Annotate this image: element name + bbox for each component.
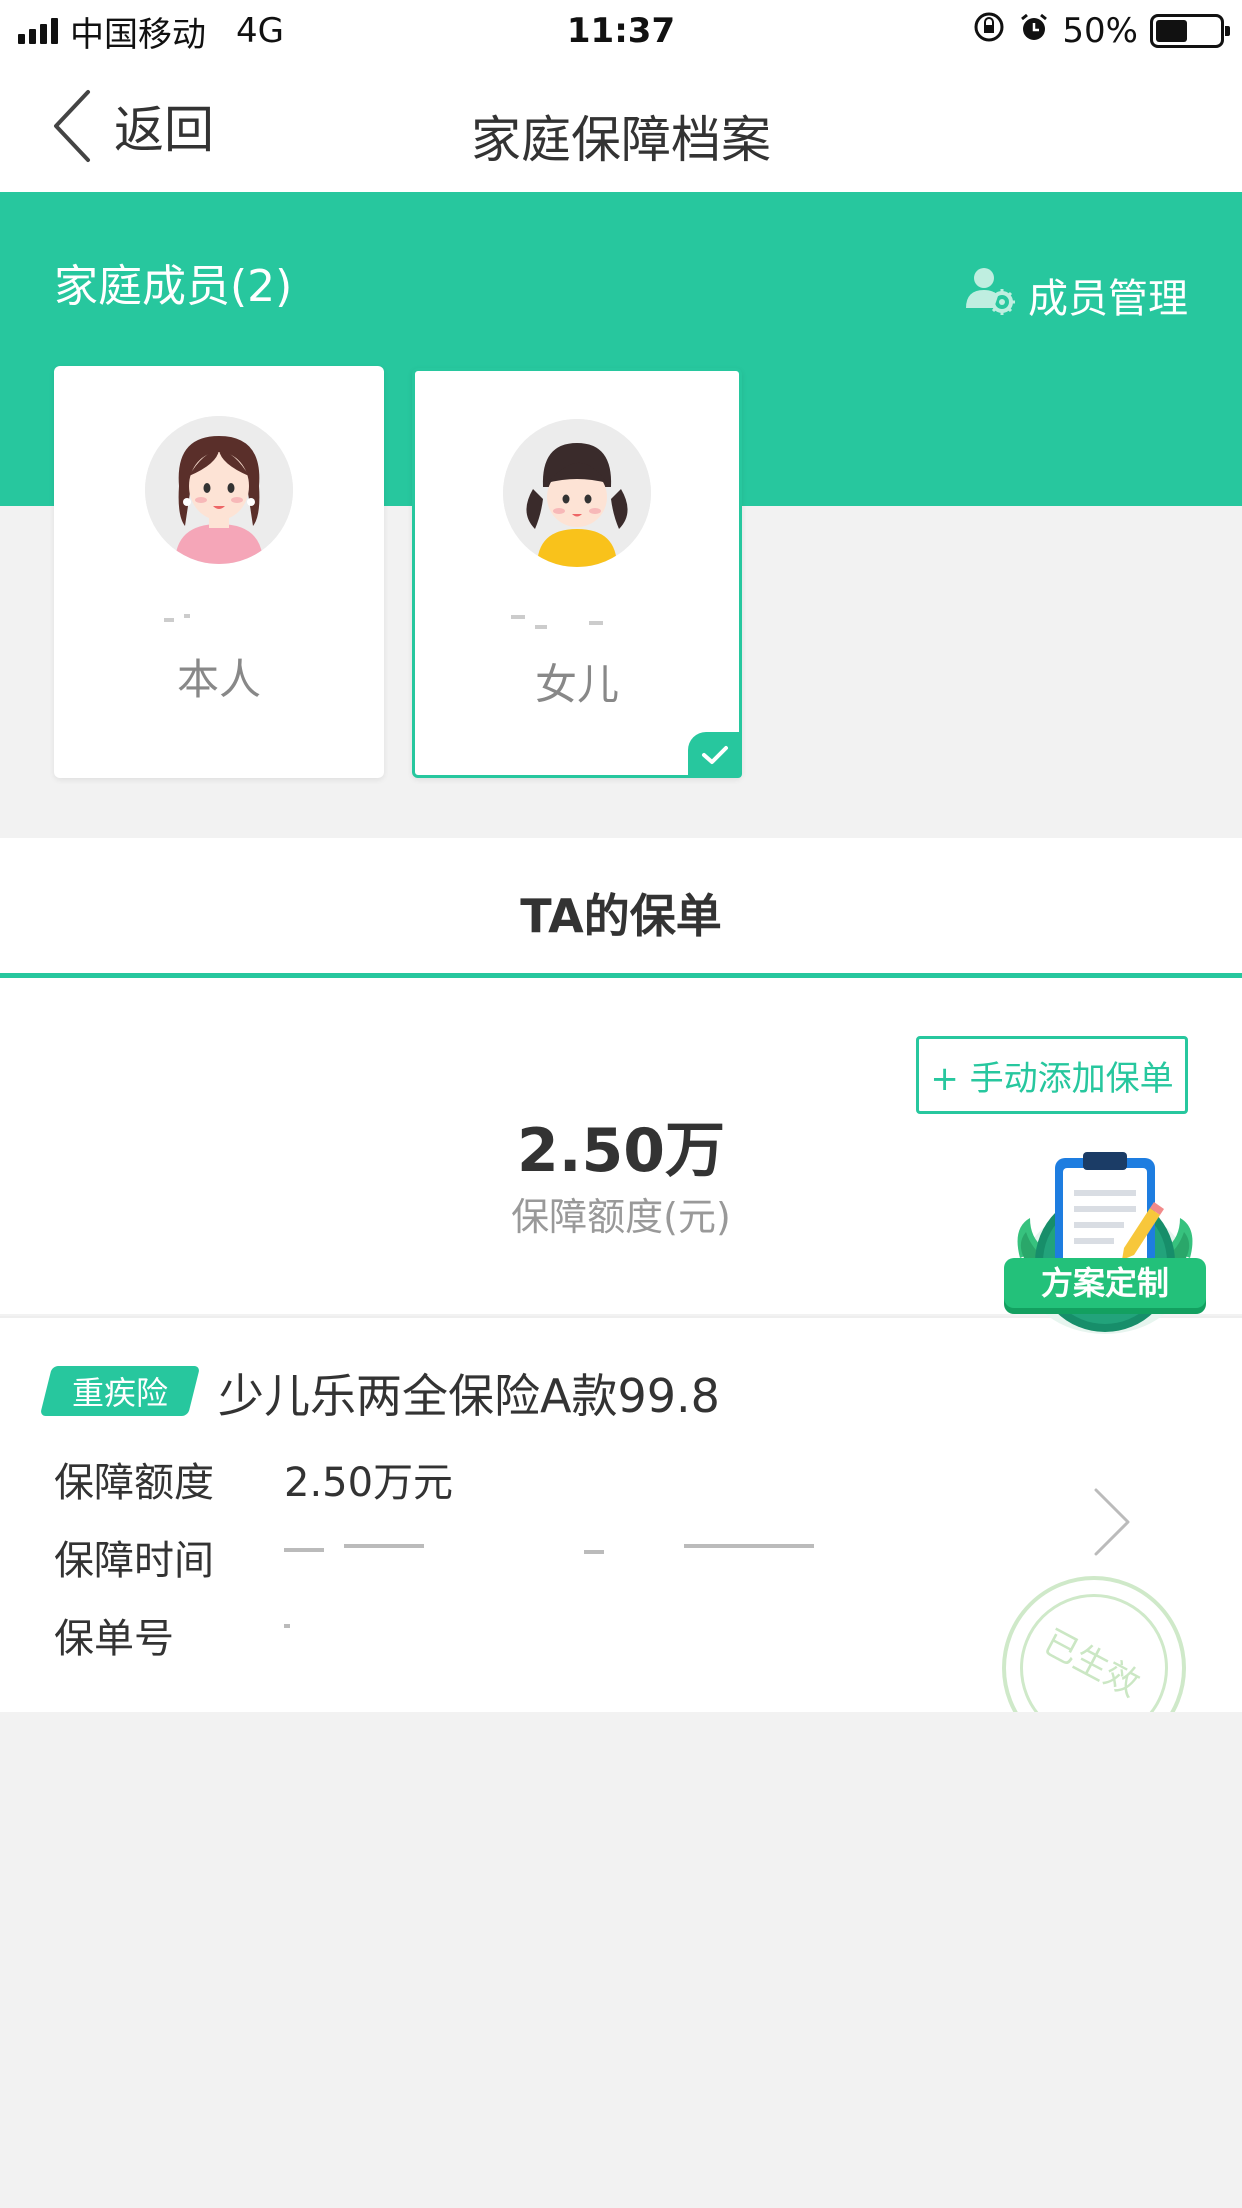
policy-number-masked: [284, 1614, 324, 1648]
plan-customize-button[interactable]: 方案定制: [1000, 1150, 1210, 1340]
orientation-lock-icon: [972, 10, 1006, 53]
tab-policies: TA的保单: [520, 889, 722, 943]
page-title: 家庭保障档案: [471, 111, 771, 169]
user-gear-icon: [962, 262, 1018, 328]
battery-icon: [1150, 14, 1230, 48]
member-name-masked: [144, 604, 294, 638]
member-relation: 女儿: [534, 660, 619, 709]
chevron-right-icon[interactable]: [1092, 1486, 1132, 1562]
policy-card[interactable]: 重疾险 少儿乐两全保险A款99.8 保障额度 2.50万元 保障时间 保单号 已生…: [0, 1316, 1242, 1712]
battery-percent: 50%: [1062, 11, 1138, 51]
status-left: 中国移动 4G: [18, 7, 284, 56]
selected-check-icon: [688, 732, 742, 778]
member-manage-button[interactable]: 成员管理: [962, 262, 1188, 328]
avatar-girl: [503, 419, 651, 567]
signal-icon: [18, 18, 58, 44]
policy-row-coverage: 保障额度 2.50万元: [54, 1450, 453, 1508]
status-right: 50%: [972, 10, 1230, 53]
avatar-woman: [145, 416, 293, 564]
member-manage-label: 成员管理: [1028, 276, 1188, 322]
policy-row-period: 保障时间: [54, 1528, 284, 1586]
alarm-icon: [1018, 11, 1050, 52]
carrier-label: 中国移动: [70, 14, 206, 55]
policy-type-label: 重疾险: [71, 1374, 168, 1412]
member-name-masked: [505, 609, 655, 643]
network-label: 4G: [236, 11, 284, 51]
policy-row-number: 保单号: [54, 1606, 284, 1664]
member-relation: 本人: [176, 655, 261, 704]
period-value-masked: [284, 1534, 944, 1568]
period-label: 保障时间: [54, 1538, 214, 1584]
nav-bar: 返回 家庭保障档案: [0, 62, 1242, 192]
policy-tab[interactable]: TA的保单: [0, 838, 1242, 978]
family-members-title: 家庭成员(2): [54, 261, 293, 312]
status-stamp: 已生效: [1002, 1576, 1186, 1712]
policy-type-badge: 重疾险: [39, 1366, 201, 1416]
plan-customize-label: 方案定制: [1041, 1265, 1169, 1301]
member-card-daughter[interactable]: 女儿: [412, 368, 742, 778]
coverage-value: 2.50万元: [284, 1460, 454, 1506]
member-card-self[interactable]: 本人: [54, 366, 384, 778]
coverage-label: 保障额度: [54, 1460, 214, 1506]
policy-card-body: 重疾险 少儿乐两全保险A款99.8 保障额度 2.50万元 保障时间 保单号 已生…: [0, 1316, 1242, 1712]
policy-number-label: 保单号: [54, 1616, 174, 1662]
policy-name: 少儿乐两全保险A款99.8: [218, 1369, 720, 1423]
status-bar: 中国移动 4G 11:37 50%: [0, 0, 1242, 62]
